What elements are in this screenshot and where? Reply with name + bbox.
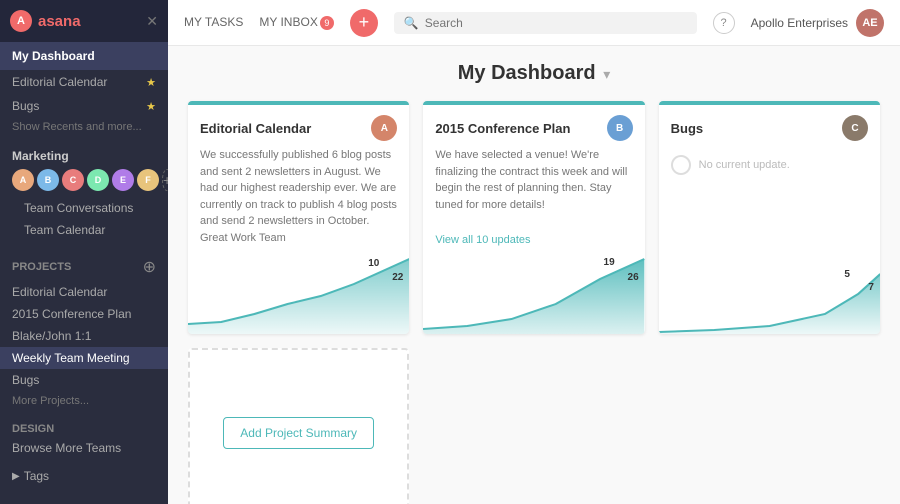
marketing-label: Marketing [12,149,156,163]
sidebar-item-bugs[interactable]: Bugs [0,369,168,391]
star-icon: ★ [146,76,156,89]
card-header: Bugs C [659,105,880,147]
sidebar-header: A asana ✕ [0,0,168,42]
close-icon[interactable]: ✕ [146,13,158,30]
sidebar-item-weekly-team-meeting[interactable]: Weekly Team Meeting [0,347,168,369]
more-projects-link[interactable]: More Projects... [0,391,168,415]
search-icon: 🔍 [404,16,419,30]
my-tasks-link[interactable]: MY TASKS [184,11,243,33]
search-bar: 🔍 [394,12,697,34]
logo-text: asana [38,13,81,30]
chart-value-low: 26 [628,272,639,283]
chevron-down-icon: ▾ [603,66,610,82]
sidebar-item-team-calendar[interactable]: Team Calendar [12,219,156,245]
card-conference-plan: 2015 Conference Plan B We have selected … [423,101,644,334]
sidebar-item-label: Editorial Calendar [12,75,107,89]
sidebar-item-my-dashboard[interactable]: My Dashboard [0,42,168,70]
avatar: D [87,169,109,191]
browse-teams-link[interactable]: Browse More Teams [12,439,156,457]
design-label: DESIGN [12,423,156,435]
card-bugs: Bugs C No current update. [659,101,880,334]
add-project-summary-button[interactable]: Add Project Summary [223,417,374,449]
sidebar-item-label: Bugs [12,99,39,113]
main-content: My Dashboard ▾ Editorial Calendar A We s… [168,46,900,504]
sidebar-item-tags[interactable]: ▶ Tags [0,461,168,491]
my-inbox-label: MY INBOX [259,15,317,29]
card-avatar: B [607,115,633,141]
cards-grid: Editorial Calendar A We successfully pub… [188,101,880,334]
search-input[interactable] [425,16,687,30]
marketing-avatars: A B C D E F + [12,169,156,191]
sidebar-item-team-conversations[interactable]: Team Conversations [12,197,156,219]
no-update-icon [671,155,691,175]
avatar: F [137,169,159,191]
help-button[interactable]: ? [713,12,735,34]
topbar: MY TASKS MY INBOX9 + 🔍 ? Apollo Enterpri… [168,0,900,46]
card-header: 2015 Conference Plan B [423,105,644,147]
main-area: MY TASKS MY INBOX9 + 🔍 ? Apollo Enterpri… [168,0,900,504]
chart-value-low: 22 [392,272,403,283]
card-chart: 5 7 [659,254,880,334]
page-title: My Dashboard [458,62,596,84]
projects-label: PROJECTS [12,261,71,273]
user-name: Apollo Enterprises [751,16,848,30]
card-title: Editorial Calendar [200,121,311,136]
add-project-row: Add Project Summary [188,348,880,504]
logo: A asana [10,10,81,32]
sidebar: A asana ✕ My Dashboard Editorial Calenda… [0,0,168,504]
card-chart: 19 26 [423,254,644,334]
avatar: A [12,169,34,191]
topbar-nav: MY TASKS MY INBOX9 [184,11,334,34]
sidebar-item-bugs-starred[interactable]: Bugs ★ [0,94,168,118]
inbox-badge: 9 [320,16,334,30]
no-update-text: No current update. [699,159,790,171]
card-avatar: C [842,115,868,141]
card-body: We have selected a venue! We're finalizi… [423,147,644,234]
sidebar-item-editorial-calendar-starred[interactable]: Editorial Calendar ★ [0,70,168,94]
sidebar-item-blake-john[interactable]: Blake/John 1:1 [0,325,168,347]
marketing-section: Marketing A B C D E F + Team Conversatio… [0,141,168,249]
no-update: No current update. [659,147,880,183]
card-body: We successfully published 6 blog posts a… [188,147,409,254]
sidebar-item-editorial-calendar[interactable]: Editorial Calendar [0,281,168,303]
chevron-right-icon: ▶ [12,471,20,482]
avatar: C [62,169,84,191]
chart-value-high: 19 [604,257,615,268]
card-title: Bugs [671,121,704,136]
my-inbox-link[interactable]: MY INBOX9 [259,11,333,34]
view-updates-link[interactable]: View all 10 updates [423,234,644,254]
design-section: DESIGN Browse More Teams [0,415,168,461]
card-header: Editorial Calendar A [188,105,409,147]
chart-value-high: 10 [368,258,379,269]
user-info: Apollo Enterprises AE [751,9,884,37]
logo-icon: A [10,10,32,32]
page-title-row: My Dashboard ▾ [188,62,880,85]
avatar: B [37,169,59,191]
user-avatar: AE [856,9,884,37]
chart-value-low: 7 [868,282,874,293]
card-chart: 10 22 [188,254,409,334]
sidebar-item-conference-plan[interactable]: 2015 Conference Plan [0,303,168,325]
projects-header: PROJECTS ⊕ [0,249,168,281]
card-title: 2015 Conference Plan [435,121,570,136]
add-button[interactable]: + [350,9,378,37]
avatar: E [112,169,134,191]
star-icon: ★ [146,100,156,113]
add-project-card: Add Project Summary [188,348,409,504]
show-recents-link[interactable]: Show Recents and more... [0,118,168,141]
card-avatar: A [371,115,397,141]
add-project-button[interactable]: ⊕ [143,257,156,277]
chart-value-high: 5 [844,269,850,280]
tags-label: Tags [24,469,49,483]
card-editorial-calendar: Editorial Calendar A We successfully pub… [188,101,409,334]
